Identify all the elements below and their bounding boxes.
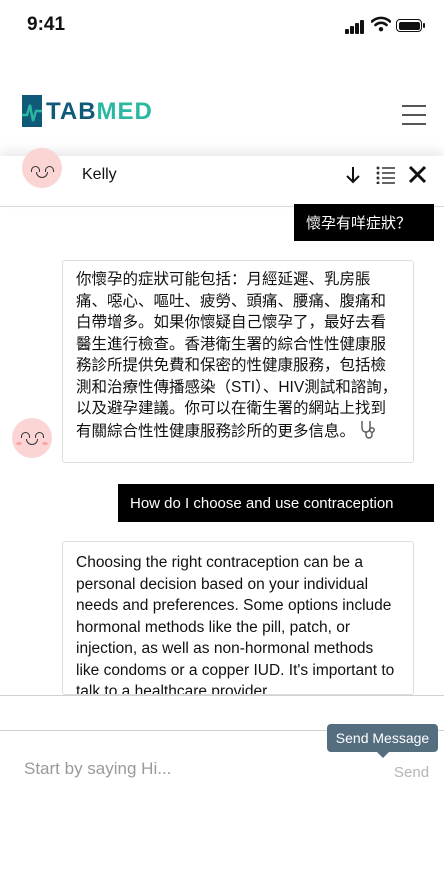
bottom-area <box>0 806 444 888</box>
heartbeat-bar-icon <box>22 95 42 127</box>
message-input[interactable] <box>24 754 324 784</box>
smiling-face-icon <box>22 148 62 188</box>
send-button[interactable]: Send <box>394 764 429 781</box>
list-icon[interactable] <box>376 166 396 184</box>
chat-contact-name: Kelly <box>82 166 117 183</box>
battery-icon <box>396 19 425 32</box>
user-message: 懷孕有咩症狀？ <box>294 204 434 241</box>
logo-text[interactable]: TABMED <box>46 98 153 126</box>
close-icon[interactable] <box>408 165 427 184</box>
smiling-face-icon <box>12 418 52 458</box>
logo-text-tab: TAB <box>46 98 97 125</box>
bot-message: Choosing the right contraception can be … <box>62 541 414 695</box>
logo-text-med: MED <box>96 98 153 125</box>
bot-message-text: 你懷孕的症狀可能包括：月經延遲、乳房脹痛、噁心、嘔吐、疲勞、頭痛、腰痛、腹痛和白… <box>76 271 398 440</box>
send-tooltip: Send Message <box>327 724 438 758</box>
signal-icon <box>345 20 365 34</box>
bot-message-text: Choosing the right contraception can be … <box>76 554 395 695</box>
arrow-down-icon[interactable] <box>345 165 361 185</box>
divider <box>0 695 444 696</box>
status-time: 9:41 <box>27 14 66 35</box>
hamburger-menu-icon[interactable] <box>402 105 426 125</box>
stethoscope-icon <box>361 420 376 439</box>
wifi-icon <box>371 16 391 32</box>
user-message: How do I choose and use contraception <box>118 484 434 522</box>
bot-message: 你懷孕的症狀可能包括：月經延遲、乳房脹痛、噁心、嘔吐、疲勞、頭痛、腰痛、腹痛和白… <box>62 260 414 463</box>
